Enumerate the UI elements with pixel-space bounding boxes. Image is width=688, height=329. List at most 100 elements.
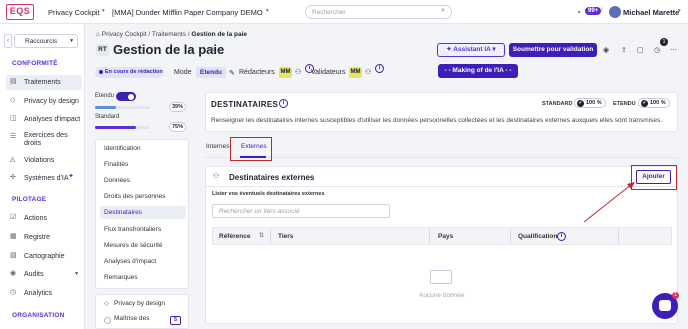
- column-divider: [270, 229, 271, 243]
- step-privacy-by-design[interactable]: Privacy by design: [114, 300, 165, 307]
- step-finalites[interactable]: Finalités: [104, 161, 128, 168]
- step-droits-personnes[interactable]: Droits des personnes: [104, 193, 165, 200]
- etendu-completion: 100 %: [638, 98, 670, 108]
- etendu-toggle[interactable]: [116, 92, 136, 101]
- step-analyses-impact[interactable]: Analyses d'impact: [104, 258, 156, 265]
- breadcrumb-item[interactable]: Privacy Cockpit: [102, 31, 147, 38]
- app-name[interactable]: Privacy Cockpit: [48, 8, 100, 17]
- sidebar-item-exercices-droits[interactable]: ☰ Exercices des droits: [6, 130, 82, 152]
- etendu-percent: 39%: [169, 102, 186, 112]
- info-icon[interactable]: i: [279, 99, 288, 108]
- app-logo[interactable]: EQS: [6, 4, 34, 20]
- document-icon: ▤: [10, 78, 17, 85]
- avatar[interactable]: [609, 6, 621, 18]
- highlight-box: [230, 137, 272, 161]
- step-identification[interactable]: Identification: [104, 145, 141, 152]
- ai-icon: ✣: [10, 174, 16, 181]
- info-icon[interactable]: i: [557, 232, 566, 241]
- mode-value[interactable]: Etendu: [196, 67, 227, 78]
- sidebar-item-violations[interactable]: ◬ Violations: [6, 153, 82, 168]
- eye-icon[interactable]: ◉: [603, 46, 609, 54]
- column-header-reference[interactable]: Référence: [219, 233, 250, 240]
- standard-progress-bar: [95, 126, 150, 129]
- column-header-tiers[interactable]: Tiers: [278, 233, 293, 240]
- tabs-divider: [205, 157, 678, 158]
- sidebar-item-analytics[interactable]: ◷ Analytics: [6, 286, 82, 301]
- sidebar-item-analyses-impact[interactable]: ◫ Analyses d'impact: [6, 112, 82, 127]
- info-icon[interactable]: i: [375, 64, 384, 73]
- validateurs-label: Validateurs: [311, 69, 346, 76]
- etendu-label: Etendu: [95, 93, 115, 99]
- avatar[interactable]: MM: [349, 67, 362, 78]
- sidebar-item-audits[interactable]: ◉ Audits ▾: [6, 267, 82, 282]
- chat-icon: [659, 300, 671, 311]
- comment-icon[interactable]: ▢: [637, 46, 644, 54]
- step-remarques[interactable]: Remarques: [104, 274, 138, 281]
- breadcrumb: ⌂ Privacy Cockpit / Traitements / Gestio…: [96, 31, 247, 38]
- avatar[interactable]: MM: [279, 67, 292, 78]
- list-label: Lister vos éventuels destinataires exter…: [212, 191, 325, 197]
- global-search-input[interactable]: Rechercher: [305, 5, 452, 19]
- control-icon: ◯: [104, 317, 112, 324]
- standard-label: Standard: [95, 114, 120, 120]
- bell-icon[interactable]: ◔: [576, 8, 581, 17]
- shortcuts-dropdown[interactable]: Raccourcis ▾: [14, 34, 78, 48]
- chevron-down-icon[interactable]: ▾: [678, 8, 681, 14]
- making-of-ia-button[interactable]: - - Making of de l'IA - -: [438, 64, 518, 78]
- history-icon[interactable]: ◷: [654, 46, 660, 54]
- card-title: Destinataires externes: [229, 173, 315, 182]
- chevron-down-icon: ▾: [75, 271, 78, 277]
- section-title-conformite: CONFORMITÉ: [12, 60, 58, 67]
- edit-icon: ✎: [229, 70, 235, 77]
- user-name[interactable]: Michael Marette: [623, 8, 679, 17]
- breadcrumb-item[interactable]: Traitements: [152, 31, 186, 38]
- analysis-icon: ◫: [10, 115, 17, 122]
- sidebar-item-privacy-by-design[interactable]: ◇ Privacy by design: [6, 94, 82, 109]
- sort-icon[interactable]: ⇅: [259, 232, 264, 239]
- page-title: Gestion de la paie: [113, 42, 225, 57]
- column-divider: [510, 229, 511, 243]
- sidebar-item-cartographie[interactable]: ▧ Cartographie: [6, 249, 82, 264]
- home-icon[interactable]: ⌂: [96, 31, 100, 38]
- chevron-down-icon[interactable]: ▾: [102, 8, 105, 14]
- sidebar-item-systemes-ia[interactable]: ✣ Systèmes d'IA ✦: [6, 171, 82, 186]
- breadcrumb-separator: /: [187, 31, 190, 38]
- step-destinataires[interactable]: Destinataires: [104, 209, 142, 216]
- export-icon[interactable]: ⇪: [621, 46, 627, 54]
- standard-completion: 100 %: [574, 98, 606, 108]
- edit-icon[interactable]: ✎: [210, 46, 216, 54]
- sidebar-item-traitements[interactable]: ▤ Traitements: [6, 75, 82, 90]
- notification-count: 1: [660, 38, 668, 46]
- company-selector[interactable]: [MMA] Dunder Mifflin Paper Company DEMO: [112, 8, 263, 17]
- third-party-search-input[interactable]: Rechercher un tiers associé: [212, 204, 390, 218]
- analytics-icon: ◷: [10, 289, 17, 296]
- section-title: DESTINATAIRES: [211, 100, 279, 109]
- column-header-pays[interactable]: Pays: [438, 233, 453, 240]
- chevron-down-icon[interactable]: ▾: [266, 8, 269, 14]
- annotation-arrow: [583, 182, 635, 223]
- status-badge: En cours de rédaction: [95, 67, 163, 78]
- column-divider: [618, 229, 619, 243]
- breadcrumb-separator: /: [148, 31, 151, 38]
- step-donnees[interactable]: Données: [104, 177, 130, 184]
- grid-icon[interactable]: ⁞: [601, 7, 603, 14]
- alert-icon: ◬: [10, 156, 16, 163]
- ai-assistant-button[interactable]: ✦ Assistant IA ▾: [437, 43, 505, 57]
- mode-label: Mode: [174, 69, 192, 76]
- step-mesures-securite[interactable]: Mesures de sécurité: [104, 242, 163, 249]
- column-header-qualification[interactable]: Qualification: [518, 233, 557, 240]
- sidebar-item-registre[interactable]: ▦ Registre: [6, 230, 82, 245]
- chevron-down-icon: ▾: [70, 38, 73, 44]
- tab-internes[interactable]: Internes: [206, 143, 230, 150]
- sidebar-item-actions[interactable]: ☑ Actions: [6, 211, 82, 226]
- add-person-icon[interactable]: ⚇: [365, 68, 371, 76]
- standard-percent: 75%: [169, 122, 186, 132]
- destinataires-card: [205, 92, 678, 132]
- step-flux-transfrontaliers[interactable]: Flux transfrontaliers: [104, 226, 161, 233]
- submit-validation-button[interactable]: Soumettre pour validation: [509, 43, 597, 57]
- section-title-organisation: ORGANISATION: [12, 312, 65, 319]
- more-icon[interactable]: ⋯: [670, 46, 677, 54]
- add-person-icon[interactable]: ⚇: [295, 68, 301, 76]
- step-maitrise[interactable]: Maîtrise des: [114, 315, 149, 322]
- sidebar-collapse-button[interactable]: ‹: [4, 34, 12, 48]
